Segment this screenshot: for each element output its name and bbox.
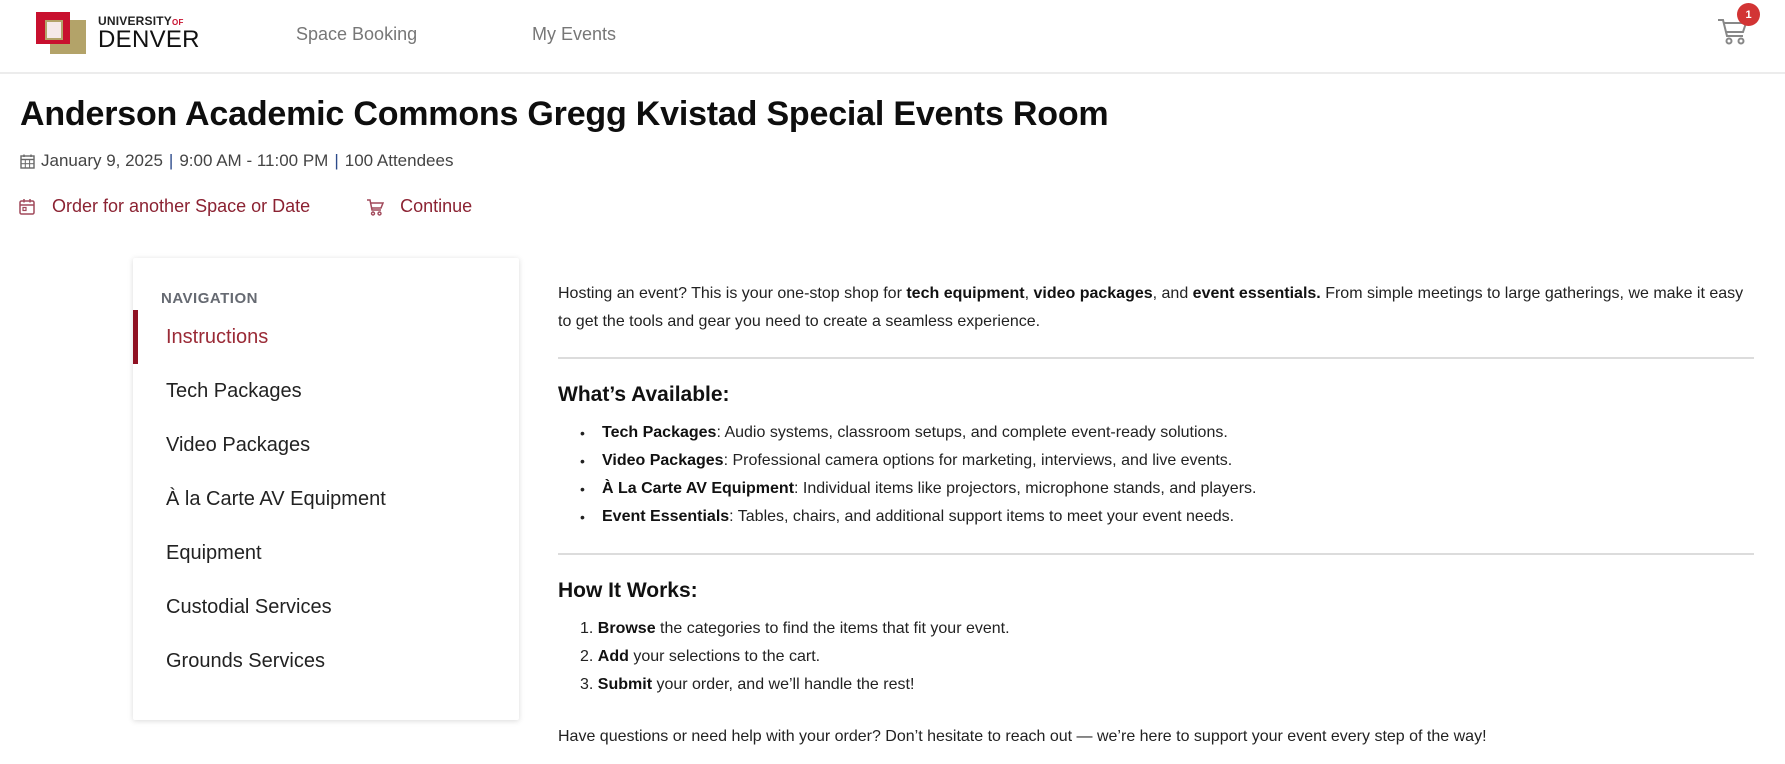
calendar-grid-icon	[20, 154, 35, 169]
sidebar-title: NAVIGATION	[161, 290, 258, 307]
step-number: 1.	[580, 620, 594, 637]
step-text: your order, and we’ll handle the rest!	[652, 676, 915, 693]
intro-text: , and	[1152, 285, 1193, 302]
item-desc: : Tables, chairs, and additional support…	[729, 508, 1235, 525]
intro-bold: event essentials.	[1192, 285, 1321, 302]
sidebar-item-tech-packages[interactable]: Tech Packages	[133, 364, 519, 418]
event-meta: January 9, 2025 | 9:00 AM - 11:00 PM | 1…	[20, 151, 453, 171]
sidebar-item-video-packages[interactable]: Video Packages	[133, 418, 519, 472]
continue-link[interactable]: Continue	[366, 196, 472, 217]
calendar-icon	[19, 198, 35, 215]
whats-available-heading: What’s Available:	[558, 383, 730, 406]
list-item: Event Essentials: Tables, chairs, and ad…	[558, 503, 1754, 531]
item-name: Video Packages	[602, 452, 724, 469]
meta-separator: |	[168, 151, 174, 170]
university-logo[interactable]: UNIVERSITYOF DENVER	[36, 12, 200, 54]
top-header: UNIVERSITYOF DENVER Space Booking My Eve…	[0, 0, 1785, 74]
logo-wordmark: UNIVERSITYOF DENVER	[98, 15, 200, 52]
step-number: 2.	[580, 648, 594, 665]
intro-text: Hosting an event? This is your one-stop …	[558, 285, 907, 302]
sidebar-item-a-la-carte-av[interactable]: À la Carte AV Equipment	[133, 472, 519, 526]
list-item: Video Packages: Professional camera opti…	[558, 447, 1754, 475]
order-another-space-label: Order for another Space or Date	[52, 196, 311, 216]
nav-my-events[interactable]: My Events	[532, 24, 616, 45]
event-attendees: 100 Attendees	[344, 151, 454, 170]
sidebar-item-custodial-services[interactable]: Custodial Services	[133, 580, 519, 634]
step-text: your selections to the cart.	[628, 648, 821, 665]
step-number: 3.	[580, 676, 594, 693]
list-item: 3. Submit your order, and we’ll handle t…	[558, 671, 1754, 699]
intro-bold: tech equipment	[906, 285, 1025, 302]
page-title: Anderson Academic Commons Gregg Kvistad …	[20, 95, 1109, 133]
item-name: Event Essentials	[602, 508, 730, 525]
item-name: Tech Packages	[602, 424, 717, 441]
step-action: Add	[597, 648, 629, 665]
intro-bold: video packages	[1033, 285, 1153, 302]
instructions-content: Hosting an event? This is your one-stop …	[558, 280, 1754, 751]
list-item: Tech Packages: Audio systems, classroom …	[558, 419, 1754, 447]
event-time: 9:00 AM - 11:00 PM	[179, 151, 329, 170]
event-date: January 9, 2025	[41, 151, 163, 170]
section-divider	[558, 357, 1754, 359]
continue-label: Continue	[400, 196, 473, 216]
list-item: À La Carte AV Equipment: Individual item…	[558, 475, 1754, 503]
meta-separator: |	[334, 151, 339, 170]
cart-icon	[367, 198, 385, 216]
cart-count-badge[interactable]: 1	[1737, 3, 1760, 26]
how-it-works-heading: How It Works:	[558, 579, 698, 602]
step-action: Submit	[597, 676, 653, 693]
sidebar-item-equipment[interactable]: Equipment	[133, 526, 519, 580]
intro-paragraph: Hosting an event? This is your one-stop …	[558, 280, 1754, 336]
item-desc: : Audio systems, classroom setups, and c…	[716, 424, 1228, 441]
list-item: 1. Browse the categories to find the ite…	[558, 615, 1754, 643]
help-note: Have questions or need help with your or…	[558, 728, 1487, 745]
item-desc: : Professional camera options for market…	[723, 452, 1233, 469]
list-item: 2. Add your selections to the cart.	[558, 643, 1754, 671]
sidebar-item-grounds-services[interactable]: Grounds Services	[133, 634, 519, 688]
section-divider	[558, 553, 1754, 555]
sidebar-item-instructions[interactable]: Instructions	[133, 310, 519, 364]
step-text: the categories to find the items that fi…	[655, 620, 1010, 637]
order-another-space-link[interactable]: Order for another Space or Date	[18, 196, 310, 217]
page-actions: Order for another Space or Date Continue	[18, 196, 472, 217]
step-action: Browse	[597, 620, 656, 637]
steps-list: 1. Browse the categories to find the ite…	[558, 615, 1754, 699]
nav-space-booking[interactable]: Space Booking	[296, 24, 417, 45]
available-list: Tech Packages: Audio systems, classroom …	[558, 419, 1754, 531]
sidebar-navigation: NAVIGATION Instructions Tech Packages Vi…	[133, 258, 519, 720]
logo-line2: DENVER	[98, 25, 200, 53]
item-desc: : Individual items like projectors, micr…	[794, 480, 1257, 497]
item-name: À La Carte AV Equipment	[602, 480, 795, 497]
du-logo-mark-icon	[36, 12, 88, 54]
